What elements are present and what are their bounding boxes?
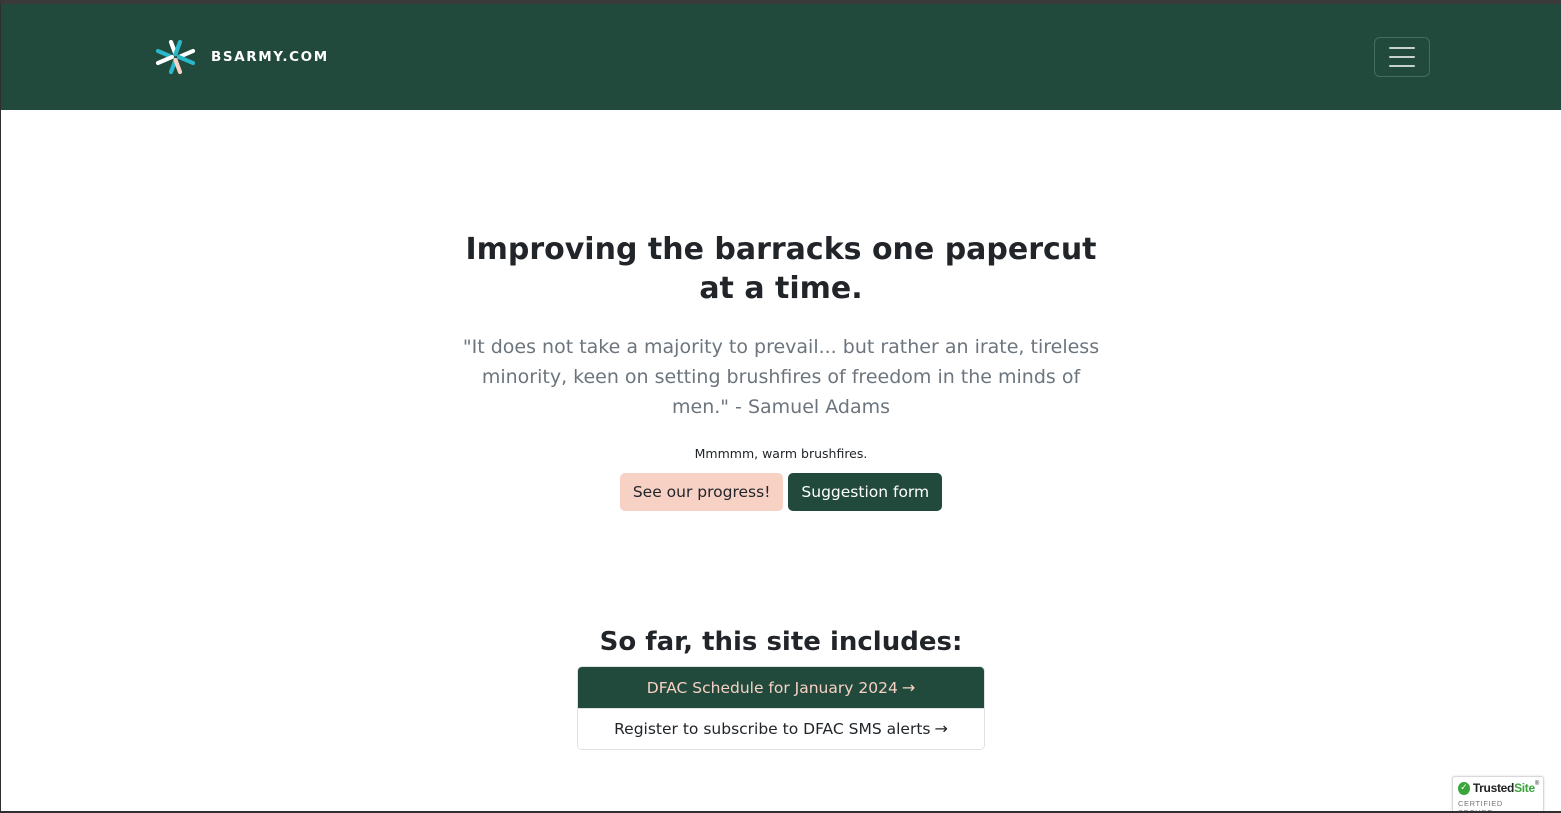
trademark-symbol: ® bbox=[1534, 781, 1539, 787]
trustedsite-name: TrustedSite® bbox=[1473, 781, 1539, 795]
list-item-dfac-schedule[interactable]: DFAC Schedule for January 2024 → bbox=[578, 667, 984, 708]
navbar-toggle-button[interactable] bbox=[1374, 37, 1430, 77]
brand-name: BSARMY.COM bbox=[211, 49, 329, 65]
check-icon: ✓ bbox=[1458, 781, 1470, 795]
trustedsite-seal[interactable]: ✓ TrustedSite® CERTIFIED SECURE bbox=[1452, 776, 1544, 813]
includes-heading: So far, this site includes: bbox=[599, 627, 963, 657]
includes-list: DFAC Schedule for January 2024 → Registe… bbox=[577, 666, 985, 750]
asterisk-star-logo-icon bbox=[155, 39, 196, 75]
hero-note: Mmmmm, warm brushfires. bbox=[694, 446, 868, 461]
list-item-sms-alerts[interactable]: Register to subscribe to DFAC SMS alerts… bbox=[578, 708, 984, 749]
see-progress-button[interactable]: See our progress! bbox=[619, 473, 784, 511]
list-item-label: DFAC Schedule for January 2024 bbox=[646, 678, 898, 697]
hamburger-menu-icon bbox=[1389, 47, 1415, 49]
brand-link[interactable]: BSARMY.COM bbox=[154, 37, 329, 77]
includes-section: So far, this site includes: DFAC Schedul… bbox=[1, 622, 1561, 750]
hero-section: Improving the barracks one papercut at a… bbox=[1, 110, 1561, 511]
hero-title: Improving the barracks one papercut at a… bbox=[465, 232, 1097, 306]
trustedsite-header: ✓ TrustedSite® bbox=[1458, 781, 1539, 795]
hero-button-row: See our progress! Suggestion form bbox=[1, 473, 1561, 511]
suggestion-form-button[interactable]: Suggestion form bbox=[788, 473, 943, 511]
list-item-label: Register to subscribe to DFAC SMS alerts bbox=[614, 720, 931, 738]
browser-viewport: BSARMY.COM Improving the barracks one pa… bbox=[0, 0, 1561, 813]
arrow-right-icon: → bbox=[901, 677, 916, 697]
trustedsite-name-part1: Trusted bbox=[1472, 781, 1515, 795]
trustedsite-subtitle: CERTIFIED SECURE bbox=[1458, 799, 1503, 813]
hero-quote: "It does not take a majority to prevail.… bbox=[462, 336, 1100, 418]
arrow-right-icon: → bbox=[934, 719, 948, 738]
hamburger-menu-icon-bar bbox=[1389, 56, 1415, 58]
top-navbar: BSARMY.COM bbox=[1, 4, 1561, 110]
trustedsite-name-part2: Site bbox=[1514, 781, 1535, 795]
hamburger-menu-icon-bar bbox=[1389, 65, 1415, 67]
